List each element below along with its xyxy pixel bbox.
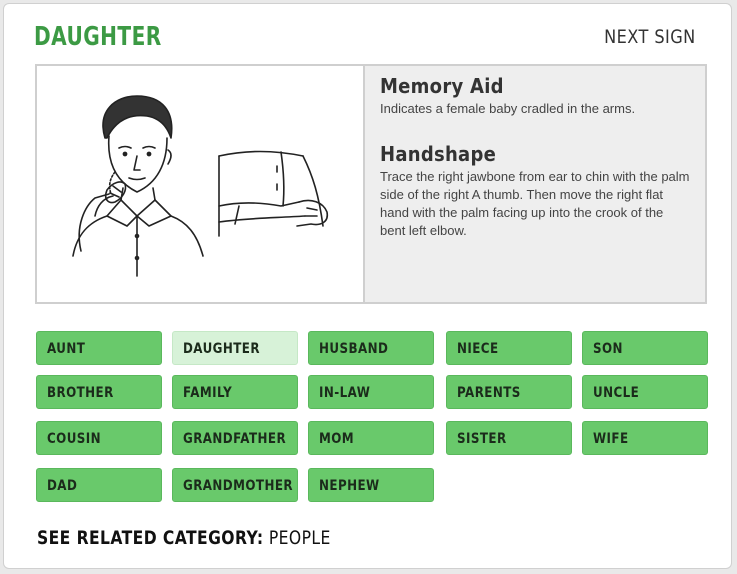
sign-button-cousin[interactable]: COUSIN — [36, 421, 162, 455]
sign-title: DAUGHTER — [34, 22, 162, 52]
sign-button-label: PARENTS — [457, 385, 521, 401]
sign-button-label: UNCLE — [593, 385, 640, 401]
sign-button-daughter[interactable]: DAUGHTER — [172, 331, 298, 365]
sign-button-label: FAMILY — [183, 385, 233, 401]
sign-button-label: SON — [593, 341, 623, 357]
sign-button-label: MOM — [319, 431, 355, 447]
sign-button-niece[interactable]: NIECE — [446, 331, 572, 365]
sign-button-label: HUSBAND — [319, 341, 389, 357]
next-sign-link[interactable]: NEXT SIGN — [604, 26, 696, 48]
sign-button-sister[interactable]: SISTER — [446, 421, 572, 455]
sign-detail-panel: Memory Aid Indicates a female baby cradl… — [35, 64, 707, 304]
sign-button-label: GRANDMOTHER — [183, 478, 293, 494]
sign-button-aunt[interactable]: AUNT — [36, 331, 162, 365]
sign-button-label: DAD — [47, 478, 78, 494]
sign-button-label: GRANDFATHER — [183, 431, 287, 447]
sign-button-son[interactable]: SON — [582, 331, 708, 365]
sign-button-brother[interactable]: BROTHER — [36, 375, 162, 409]
sign-button-label: AUNT — [47, 341, 86, 357]
sign-button-grandfather[interactable]: GRANDFATHER — [172, 421, 298, 455]
sign-button-mom[interactable]: MOM — [308, 421, 434, 455]
sign-button-wife[interactable]: WIFE — [582, 421, 708, 455]
sign-button-dad[interactable]: DAD — [36, 468, 162, 502]
sign-button-label: WIFE — [593, 431, 629, 447]
memory-aid-heading: Memory Aid — [380, 74, 504, 98]
sign-button-family[interactable]: FAMILY — [172, 375, 298, 409]
memory-aid-text: Indicates a female baby cradled in the a… — [380, 101, 636, 116]
sign-button-husband[interactable]: HUSBAND — [308, 331, 434, 365]
sign-drawing-image — [72, 95, 329, 277]
sign-info: Memory Aid Indicates a female baby cradl… — [365, 66, 705, 302]
sign-button-nephew[interactable]: NEPHEW — [308, 468, 434, 502]
sign-illustration — [37, 66, 365, 302]
sign-button-label: DAUGHTER — [183, 341, 260, 357]
sign-button-label: NIECE — [457, 341, 499, 357]
sign-button-grandmother[interactable]: GRANDMOTHER — [172, 468, 298, 502]
related-category: SEE RELATED CATEGORY: PEOPLE — [37, 527, 331, 549]
sign-button-label: NEPHEW — [319, 478, 380, 494]
sign-button-label: IN-LAW — [319, 385, 371, 401]
handshape-text: Trace the right jawbone from ear to chin… — [380, 169, 690, 238]
sign-button-label: COUSIN — [47, 431, 102, 447]
handshape-heading: Handshape — [380, 142, 497, 166]
sign-button-uncle[interactable]: UNCLE — [582, 375, 708, 409]
related-category-label: SEE RELATED CATEGORY: — [37, 527, 264, 549]
sign-button-parents[interactable]: PARENTS — [446, 375, 572, 409]
sign-card: DAUGHTER NEXT SIGN Memory Aid Indicates … — [3, 3, 732, 569]
sign-button-label: BROTHER — [47, 385, 114, 401]
sign-button-label: SISTER — [457, 431, 507, 447]
sign-button-in-law[interactable]: IN-LAW — [308, 375, 434, 409]
related-category-link[interactable]: PEOPLE — [269, 527, 331, 549]
